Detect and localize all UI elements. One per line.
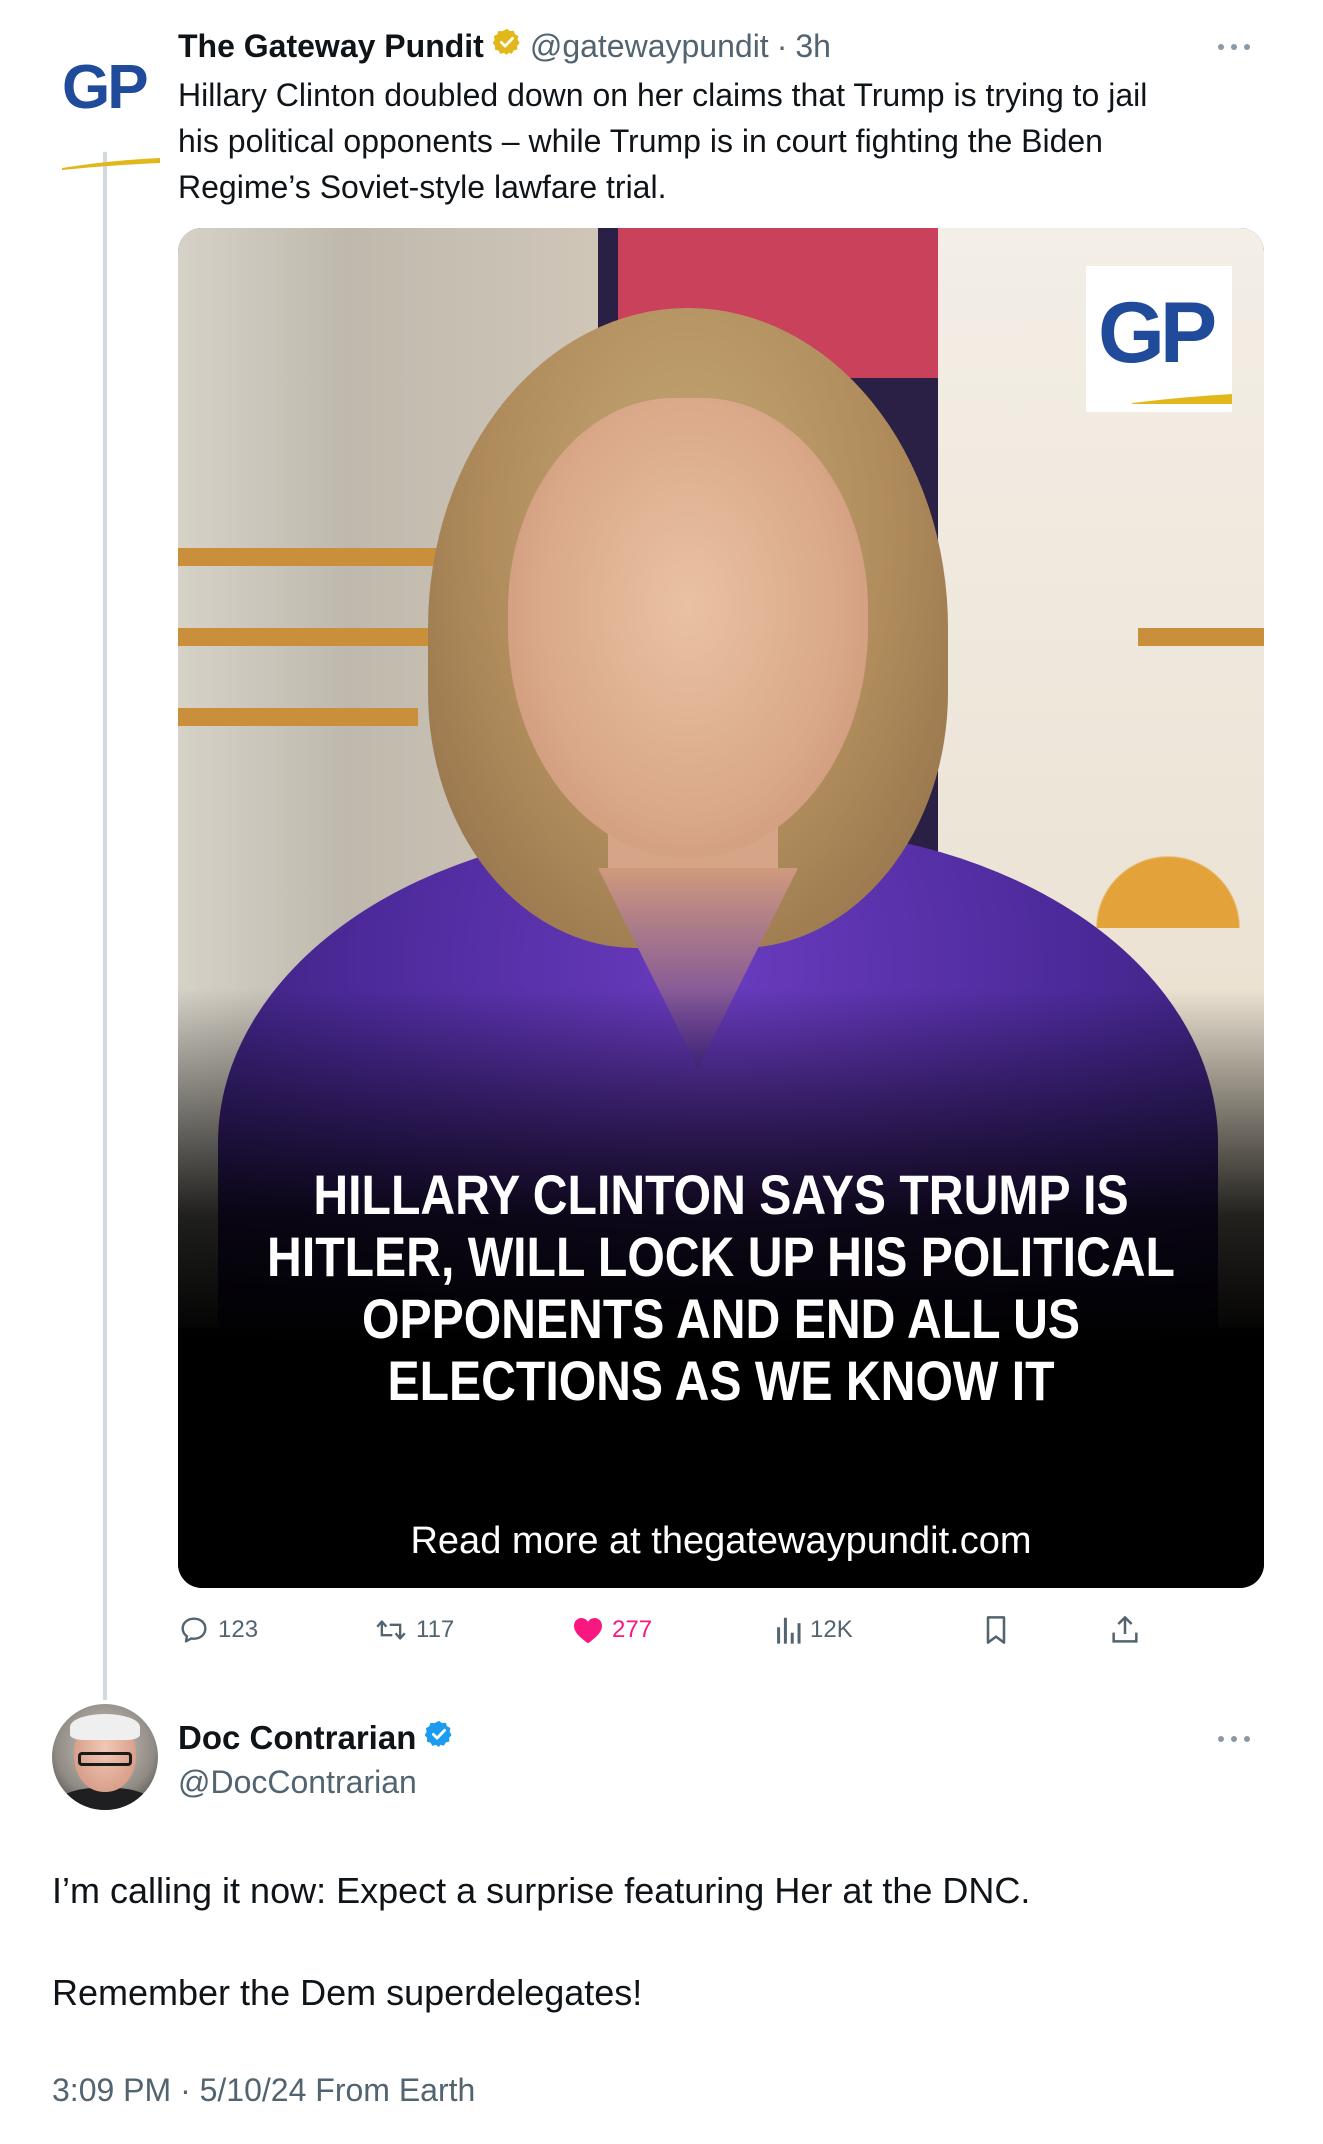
views-count: 12K [810, 1616, 853, 1643]
headline-line: HITLER, WILL LOCK UP HIS POLITICAL [267, 1225, 1175, 1288]
repost-icon [376, 1620, 406, 1640]
verified-badge-gold-icon[interactable] [492, 27, 522, 65]
doc-contrarian-avatar[interactable] [52, 1704, 158, 1810]
author-display-name[interactable]: The Gateway Pundit [178, 28, 484, 65]
views-button[interactable]: 12K [774, 1606, 853, 1654]
headline-line: ELECTIONS AS WE KNOW IT [387, 1349, 1055, 1412]
tweet-age[interactable]: 3h [795, 28, 831, 65]
tweet-action-bar: 123 117 277 12K [178, 1606, 1178, 1654]
thread-connector-line [103, 148, 107, 1700]
logo-swoosh-icon [62, 158, 160, 170]
media-headline: HILLARY CLINTON SAYS TRUMP IS HITLER, WI… [254, 1164, 1188, 1412]
reply-text-paragraph: I’m calling it now: Expect a surprise fe… [52, 1870, 1031, 1911]
tweet-body: Hillary Clinton doubled down on her clai… [178, 72, 1258, 210]
media-person-face [508, 398, 868, 858]
tweet-thread: GP The Gateway Pundit @gatewaypundit · 3… [0, 0, 1323, 2144]
media-logo-text: GP [1098, 285, 1217, 381]
media-shelf [178, 708, 418, 726]
gateway-pundit-avatar[interactable]: GP [52, 40, 164, 170]
share-icon [1112, 1616, 1138, 1643]
reply-bubble-icon [181, 1617, 207, 1643]
like-button[interactable]: 277 [572, 1606, 652, 1654]
reply-author-handle[interactable]: @DocContrarian [178, 1764, 417, 1801]
media-peacock-shape [1078, 748, 1258, 928]
reply-header: Doc Contrarian [178, 1716, 454, 1760]
bookmark-button[interactable] [982, 1606, 1010, 1654]
heart-icon [574, 1618, 602, 1644]
tweet-text-line: Hillary Clinton doubled down on her clai… [178, 77, 1148, 113]
tweet-text-line: his political opponents – while Trump is… [178, 123, 1103, 159]
verified-badge-blue-icon[interactable] [424, 1719, 454, 1757]
tweet-text-line: Regime’s Soviet-style lawfare trial. [178, 169, 667, 205]
reply-author-display-name[interactable]: Doc Contrarian [178, 1719, 416, 1757]
repost-button[interactable]: 117 [374, 1606, 454, 1654]
avatar-logo-text: GP [62, 53, 149, 122]
headline-line: HILLARY CLINTON SAYS TRUMP IS [313, 1163, 1129, 1226]
headline-line: OPPONENTS AND END ALL US [361, 1287, 1080, 1350]
repost-count: 117 [416, 1616, 455, 1643]
more-dots-icon[interactable] [1218, 1734, 1252, 1746]
media-shelf [178, 628, 438, 646]
tweet-media-image[interactable]: GP HILLARY CLINTON SAYS TRUMP IS HITLER,… [178, 228, 1264, 1588]
tweet-header: The Gateway Pundit @gatewaypundit · 3h [178, 24, 831, 68]
author-handle[interactable]: @gatewaypundit [530, 28, 769, 65]
media-gp-logo: GP [1086, 266, 1232, 412]
more-dots-icon[interactable] [1218, 42, 1252, 54]
reply-text-paragraph: Remember the Dem superdelegates! [52, 1972, 643, 2013]
reply-timestamp[interactable]: 3:09 PM · 5/10/24 From Earth [52, 2072, 475, 2109]
bookmark-icon [986, 1616, 1006, 1644]
avatar-glasses [78, 1752, 132, 1766]
media-read-more: Read more at thegatewaypundit.com [410, 1520, 1032, 1562]
reply-count: 123 [218, 1616, 259, 1643]
logo-swoosh-icon [1132, 394, 1232, 404]
header-separator: · [776, 27, 788, 64]
reply-button[interactable]: 123 [178, 1606, 258, 1654]
like-count: 277 [612, 1616, 653, 1643]
views-bars-icon [777, 1617, 801, 1644]
avatar-hair [70, 1714, 140, 1740]
media-shelf [1138, 628, 1264, 646]
share-button[interactable] [1110, 1606, 1140, 1654]
